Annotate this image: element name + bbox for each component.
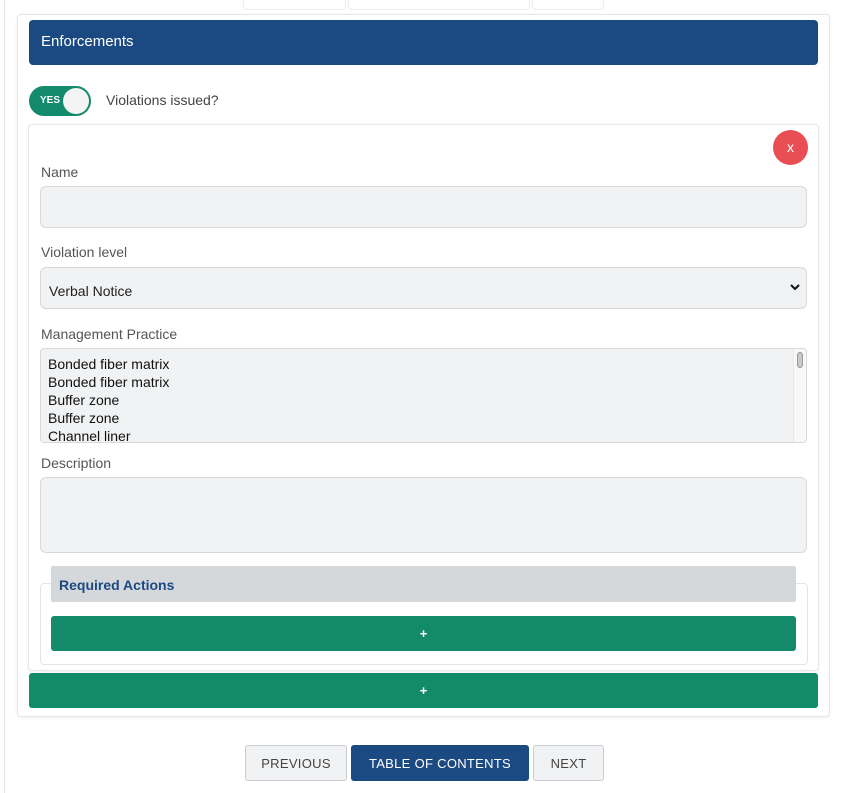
name-input[interactable] xyxy=(40,186,807,228)
toggle-state-label: YES xyxy=(40,95,61,106)
list-item[interactable]: Bonded fiber matrix xyxy=(41,355,169,373)
scrollbar-thumb[interactable] xyxy=(797,352,803,368)
top-tab-stub xyxy=(243,0,346,10)
violation-level-select[interactable]: Verbal Notice xyxy=(40,267,807,309)
name-label: Name xyxy=(41,164,79,180)
remove-violation-button[interactable]: x xyxy=(773,130,808,165)
next-button[interactable]: NEXT xyxy=(533,745,604,781)
management-practice-list[interactable]: Bonded fiber matrix Bonded fiber matrix … xyxy=(40,348,807,443)
list-item[interactable]: Buffer zone xyxy=(41,409,169,427)
scrollbar[interactable] xyxy=(793,349,806,442)
description-label: Description xyxy=(41,455,112,471)
list-item[interactable]: Buffer zone xyxy=(41,391,169,409)
add-violation-button[interactable]: + xyxy=(29,673,818,708)
toggle-knob xyxy=(63,88,89,114)
violation-level-value: Verbal Notice xyxy=(49,283,133,299)
add-required-action-button[interactable]: + xyxy=(51,616,796,651)
table-of-contents-button[interactable]: TABLE OF CONTENTS xyxy=(351,745,529,781)
top-tab-stub xyxy=(348,0,530,10)
previous-button[interactable]: PREVIOUS xyxy=(245,745,347,781)
list-item[interactable]: Bonded fiber matrix xyxy=(41,373,169,391)
required-actions-header: Required Actions xyxy=(51,566,796,602)
management-practice-label: Management Practice xyxy=(41,326,178,342)
violations-toggle[interactable]: YES xyxy=(29,86,91,116)
chevron-down-icon xyxy=(790,284,800,291)
violation-level-label: Violation level xyxy=(41,244,128,260)
violations-issued-label: Violations issued? xyxy=(106,92,219,108)
section-header: Enforcements xyxy=(29,20,818,65)
list-item[interactable]: Channel liner xyxy=(41,427,169,442)
page-left-border xyxy=(4,0,5,793)
top-tab-stub xyxy=(532,0,604,10)
description-textarea[interactable] xyxy=(40,477,807,553)
